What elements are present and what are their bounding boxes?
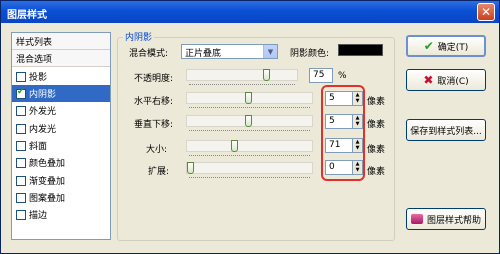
slider-ticks — [189, 82, 295, 85]
spread-slider[interactable] — [186, 162, 313, 178]
ok-button-label: 确定(T) — [437, 42, 469, 53]
close-icon: ✖ — [423, 73, 434, 87]
outer-glow-checkbox[interactable] — [16, 105, 26, 116]
sidebar-item-gradient-overlay[interactable]: 渐变叠加 — [12, 172, 110, 189]
sidebar-item-pattern-overlay[interactable]: 图案叠加 — [12, 189, 110, 206]
close-button[interactable]: ✕ — [477, 3, 495, 21]
slider-ticks — [189, 128, 310, 131]
sidebar-item-style-list[interactable]: 样式列表 — [12, 33, 110, 50]
style-list-panel: 样式列表 混合选项 投影 内阴影 外发光 内发光 斜面 颜色叠加 — [11, 32, 111, 240]
help-button-label: 图层样式帮助 — [426, 215, 481, 226]
blend-mode-value: 正片叠底 — [185, 49, 222, 59]
size-label: 大小: — [146, 145, 168, 155]
layer-style-dialog: 图层样式 ✕ 样式列表 混合选项 投影 内阴影 外发光 内发光 斜面 — [0, 0, 500, 254]
sidebar-item-label: 颜色叠加 — [29, 159, 66, 169]
opacity-slider-thumb[interactable] — [263, 69, 270, 81]
checkmark-icon: ✔ — [423, 39, 434, 53]
sidebar-item-label: 描边 — [29, 211, 48, 221]
size-slider-thumb[interactable] — [231, 140, 238, 152]
opacity-field[interactable]: 75 — [309, 68, 333, 83]
save-to-style-list-label: 保存到样式列表... — [410, 126, 482, 137]
slider-ticks — [189, 105, 310, 108]
shadow-color-swatch[interactable] — [338, 44, 383, 56]
offset-y-unit: 像素 — [367, 120, 386, 130]
slider-ticks — [189, 153, 310, 156]
sidebar-item-label: 样式列表 — [16, 37, 53, 48]
slider-ticks — [189, 175, 310, 178]
title-bar[interactable]: 图层样式 ✕ — [1, 1, 499, 23]
cancel-button[interactable]: ✖ 取消(C) — [406, 69, 486, 91]
sidebar-item-label: 投影 — [29, 73, 48, 83]
layer-style-help-button[interactable]: 图层样式帮助 — [406, 208, 486, 230]
sidebar-item-inner-shadow[interactable]: 内阴影 — [12, 85, 110, 102]
color-overlay-checkbox[interactable] — [16, 157, 26, 168]
offset-x-slider-thumb[interactable] — [245, 92, 252, 104]
window-title: 图层样式 — [7, 10, 47, 21]
help-book-icon — [410, 214, 423, 224]
sidebar-item-stroke[interactable]: 描边 — [12, 206, 110, 223]
highlight-annotation — [321, 85, 365, 181]
sidebar-item-label: 外发光 — [29, 107, 57, 117]
spread-unit: 像素 — [367, 167, 386, 177]
pattern-overlay-checkbox[interactable] — [16, 192, 26, 203]
sidebar-item-bevel[interactable]: 斜面 — [12, 137, 110, 154]
shadow-color-label: 阴影颜色: — [290, 49, 330, 59]
bevel-checkbox[interactable] — [16, 140, 26, 151]
offset-x-label: 水平右移: — [134, 97, 174, 107]
sidebar-item-color-overlay[interactable]: 颜色叠加 — [12, 154, 110, 171]
blend-mode-select[interactable]: 正片叠底 ▼ — [181, 44, 278, 59]
size-unit: 像素 — [367, 145, 386, 155]
stroke-checkbox[interactable] — [16, 209, 26, 220]
inner-glow-checkbox[interactable] — [16, 123, 26, 134]
size-slider[interactable] — [186, 140, 313, 156]
sidebar-item-outer-glow[interactable]: 外发光 — [12, 102, 110, 119]
offset-y-slider-thumb[interactable] — [245, 115, 252, 127]
opacity-unit: % — [338, 71, 347, 81]
sidebar-item-label: 渐变叠加 — [29, 177, 66, 187]
sidebar-item-inner-glow[interactable]: 内发光 — [12, 120, 110, 137]
blend-mode-label: 混合模式: — [129, 49, 169, 59]
chevron-down-icon[interactable]: ▼ — [263, 45, 277, 58]
group-title: 内阴影 — [123, 30, 155, 43]
ok-button[interactable]: ✔ 确定(T) — [406, 35, 486, 57]
cancel-button-label: 取消(C) — [437, 76, 469, 87]
save-to-style-list-button[interactable]: 保存到样式列表... — [406, 119, 486, 141]
sidebar-item-blend-options[interactable]: 混合选项 — [12, 50, 110, 67]
sidebar-item-label: 斜面 — [29, 142, 48, 152]
offset-y-label: 垂直下移: — [134, 120, 174, 130]
sidebar-item-label: 内发光 — [29, 125, 57, 135]
offset-x-slider[interactable] — [186, 92, 313, 108]
sidebar-item-drop-shadow[interactable]: 投影 — [12, 68, 110, 85]
offset-y-slider[interactable] — [186, 115, 313, 131]
sidebar-item-label: 内阴影 — [29, 90, 57, 100]
opacity-value: 75 — [313, 70, 325, 80]
inner-shadow-checkbox[interactable] — [16, 87, 26, 99]
offset-x-unit: 像素 — [367, 97, 386, 107]
spread-slider-thumb[interactable] — [187, 162, 194, 174]
opacity-slider[interactable] — [186, 69, 298, 85]
gradient-overlay-checkbox[interactable] — [16, 175, 26, 186]
sidebar-item-label: 图案叠加 — [29, 194, 66, 204]
opacity-label: 不透明度: — [134, 74, 174, 84]
sidebar-item-label: 混合选项 — [16, 54, 53, 65]
drop-shadow-checkbox[interactable] — [16, 71, 26, 82]
spread-label: 扩展: — [148, 167, 170, 177]
